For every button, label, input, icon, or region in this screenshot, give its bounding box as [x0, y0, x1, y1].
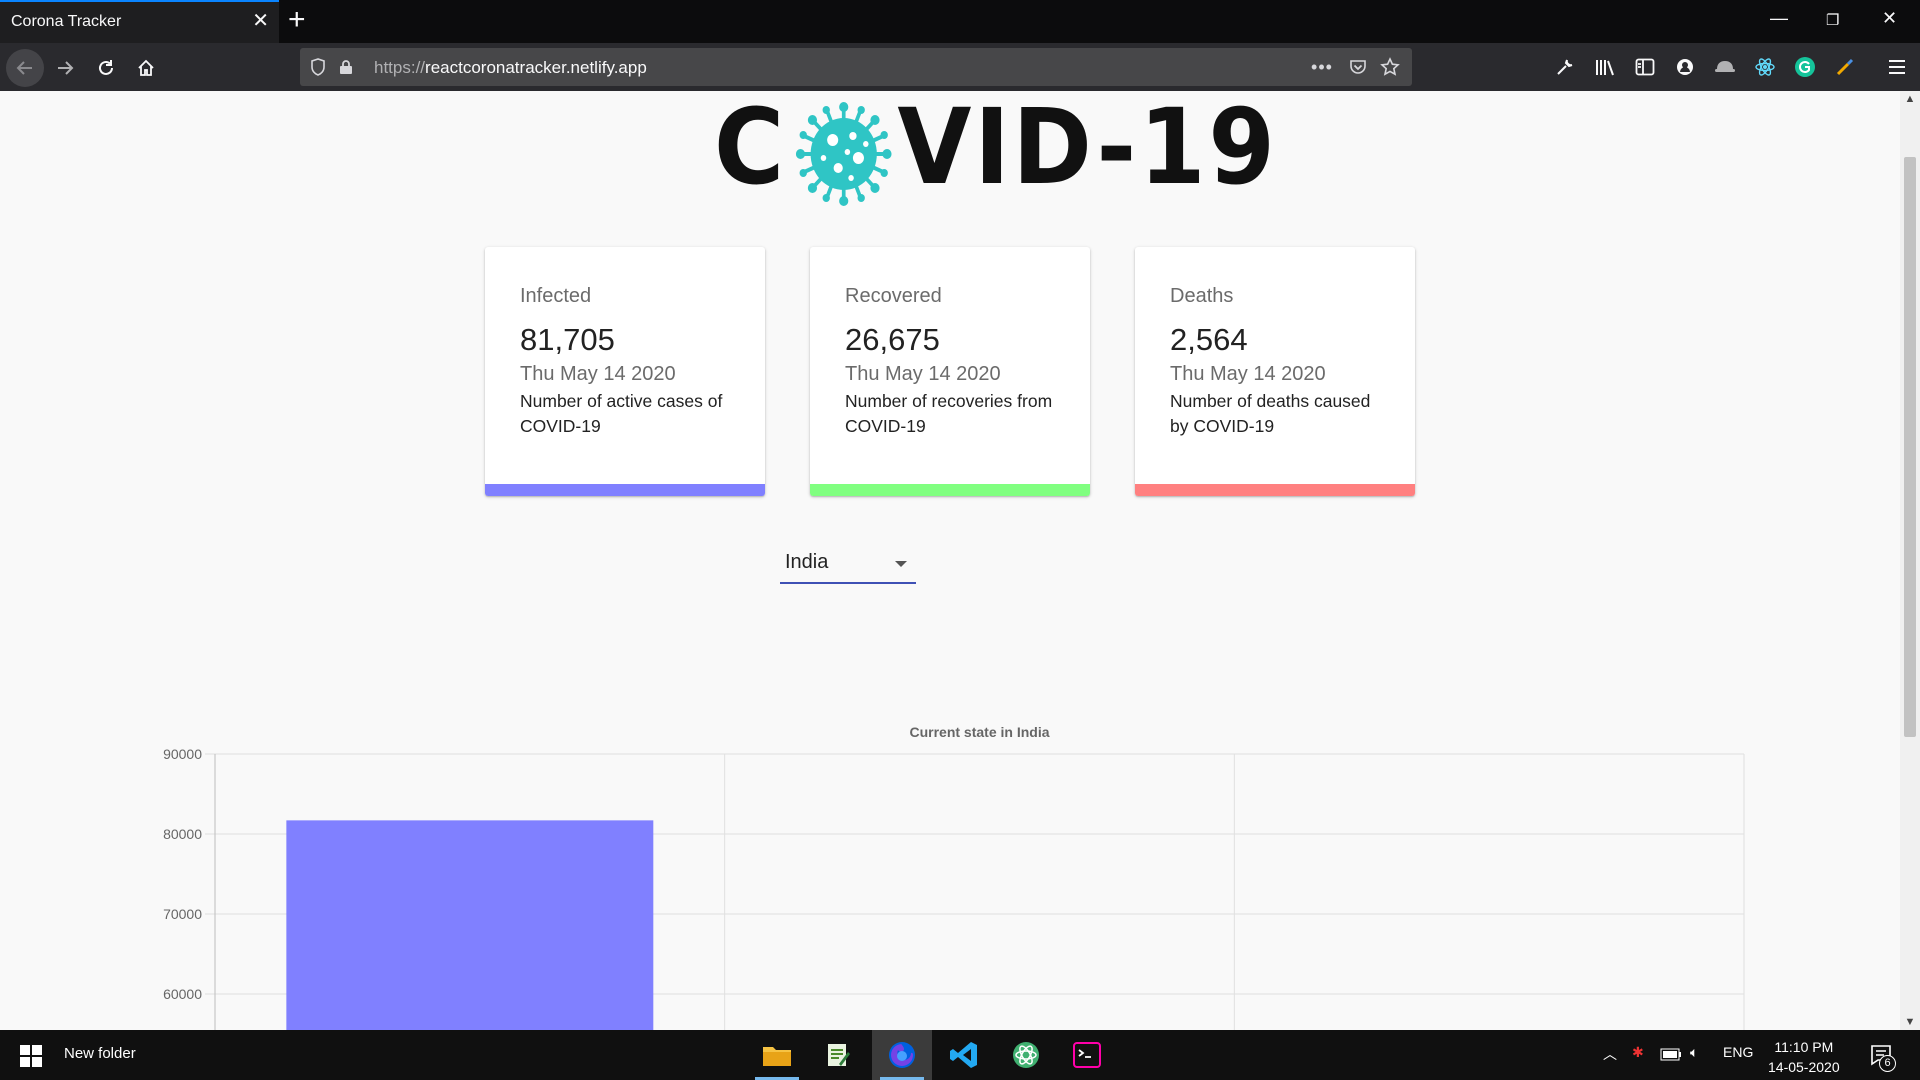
menu-icon[interactable] [1884, 54, 1910, 80]
dropdown-arrow-icon[interactable] [895, 561, 907, 567]
language-indicator[interactable]: ENG [1723, 1044, 1753, 1060]
scrollbar-thumb[interactable] [1904, 157, 1916, 737]
browser-tab[interactable]: Corona Tracker ✕ [0, 0, 279, 43]
react-devtools-icon[interactable] [1752, 54, 1778, 80]
clock-date: 14-05-2020 [1768, 1059, 1840, 1075]
windows-taskbar: New folder ︿ ✱ 🔈︎ ENG 11:10 PM 14-05-202… [0, 1030, 1920, 1080]
reload-icon[interactable] [87, 49, 125, 87]
volume-icon[interactable]: 🔈︎ [1690, 1044, 1698, 1061]
card-description: Number of active cases of COVID-19 [520, 391, 723, 436]
scroll-up-icon[interactable]: ▲ [1904, 93, 1916, 105]
pocket-icon[interactable] [1346, 55, 1370, 79]
card-description: Number of deaths caused by COVID-19 [1170, 391, 1371, 436]
y-tick-label: 90000 [163, 746, 202, 762]
lock-icon[interactable] [334, 55, 358, 79]
url-bar[interactable]: https://reactcoronatracker.netlify.app •… [300, 48, 1412, 86]
card-color-bar [1135, 484, 1415, 496]
card-label: Deaths [1170, 285, 1234, 307]
country-select[interactable]: India [780, 543, 916, 584]
bar-chart: Current state in India 90000 80000 70000 600… [163, 724, 1745, 1030]
sidebar-icon[interactable] [1632, 54, 1658, 80]
forward-icon[interactable] [46, 49, 84, 87]
chart-title: Current state in India [909, 724, 1049, 740]
card-date: Thu May 14 2020 [520, 363, 676, 385]
notification-count-badge: 6 [1879, 1055, 1896, 1072]
window-close-icon[interactable]: ✕ [1882, 8, 1897, 29]
incognito-extension-icon[interactable] [1712, 54, 1738, 80]
home-icon[interactable] [127, 49, 165, 87]
logo-text: C VID-19 [714, 91, 1278, 208]
battery-icon[interactable] [1660, 1048, 1682, 1061]
page-actions-icon[interactable]: ••• [1310, 55, 1334, 79]
notepad-icon[interactable] [808, 1030, 868, 1080]
vscode-icon[interactable] [934, 1030, 994, 1080]
system-clock[interactable]: 11:10 PM 14-05-2020 [1768, 1037, 1840, 1077]
card-value: 2,564 [1170, 322, 1248, 357]
navigation-toolbar: https://reactcoronatracker.netlify.app •… [0, 43, 1920, 91]
security-tray-icon[interactable]: ✱ [1632, 1044, 1644, 1061]
deaths-card: Deaths 2,564 Thu May 14 2020 Number of d… [1135, 247, 1415, 496]
stats-cards: Infected 81,705 Thu May 14 2020 Number o… [485, 247, 1415, 496]
covid-19-logo: C VID-19 [714, 95, 1327, 207]
terminal-icon[interactable] [1057, 1030, 1117, 1080]
card-value: 26,675 [845, 322, 940, 357]
clock-time: 11:10 PM [1774, 1039, 1834, 1055]
card-date: Thu May 14 2020 [845, 363, 1001, 385]
country-selected-value: India [785, 551, 829, 573]
account-icon[interactable] [1672, 54, 1698, 80]
card-description: Number of recoveries from COVID-19 [845, 391, 1053, 436]
page-viewport: C VID-19 Infected 81,705 Thu May 14 2020… [0, 91, 1900, 1030]
windows-start-icon[interactable] [20, 1045, 42, 1067]
card-value: 81,705 [520, 322, 615, 357]
card-color-bar [810, 484, 1090, 496]
bar-infected [286, 820, 654, 1030]
y-tick-label: 60000 [163, 986, 202, 1002]
recovered-card: Recovered 26,675 Thu May 14 2020 Number … [810, 247, 1090, 496]
minimize-icon[interactable]: — [1770, 8, 1788, 29]
card-label: Infected [520, 285, 592, 307]
library-icon[interactable] [1592, 54, 1618, 80]
new-tab-icon[interactable]: + [288, 5, 306, 35]
scroll-down-icon[interactable]: ▼ [1904, 1016, 1916, 1028]
bookmark-star-icon[interactable] [1378, 55, 1402, 79]
virus-icon [796, 102, 892, 207]
card-date: Thu May 14 2020 [1170, 363, 1326, 385]
card-label: Recovered [845, 285, 942, 307]
y-tick-label: 70000 [163, 906, 202, 922]
back-icon[interactable] [6, 49, 44, 87]
infected-card: Infected 81,705 Thu May 14 2020 Number o… [485, 247, 765, 496]
taskbar-active-label[interactable]: New folder [64, 1045, 136, 1062]
tab-title: Corona Tracker [11, 13, 122, 30]
tab-bar: Corona Tracker ✕ + — ❐ ✕ [0, 0, 1920, 43]
atom-app-icon[interactable] [996, 1030, 1056, 1080]
y-tick-label: 80000 [163, 826, 202, 842]
color-picker-icon[interactable] [1832, 54, 1858, 80]
wrench-icon[interactable] [1552, 54, 1578, 80]
page-scrollbar[interactable]: ▲ ▼ [1900, 91, 1920, 1030]
card-color-bar [485, 484, 765, 496]
grammarly-icon[interactable] [1792, 54, 1818, 80]
firefox-icon[interactable] [872, 1030, 932, 1080]
restore-icon[interactable]: ❐ [1826, 11, 1839, 29]
file-explorer-icon[interactable] [747, 1030, 807, 1080]
tracking-shield-icon[interactable] [306, 55, 330, 79]
tray-overflow-icon[interactable]: ︿ [1603, 1044, 1617, 1064]
tab-close-icon[interactable]: ✕ [252, 11, 269, 31]
url-text[interactable]: https://reactcoronatracker.netlify.app [374, 58, 647, 78]
